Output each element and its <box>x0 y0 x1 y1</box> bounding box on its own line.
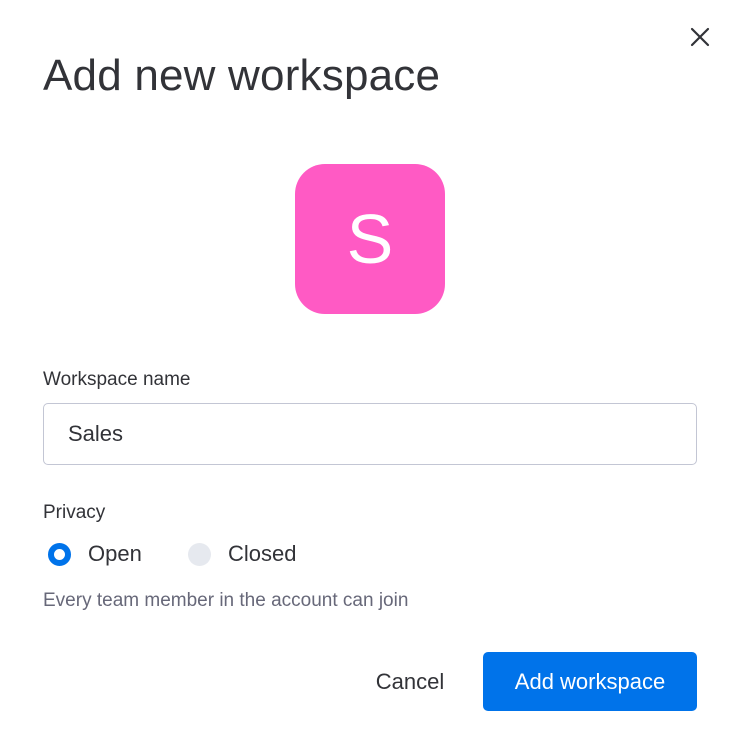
close-icon <box>690 27 710 47</box>
privacy-option-open[interactable]: Open <box>48 538 142 570</box>
avatar-letter: S <box>346 200 394 278</box>
close-button[interactable] <box>684 21 716 53</box>
dialog-title: Add new workspace <box>43 51 441 100</box>
workspace-name-label: Workspace name <box>43 369 191 390</box>
radio-checked-icon[interactable] <box>48 542 71 566</box>
privacy-option-closed[interactable]: Closed <box>188 538 296 570</box>
add-workspace-button[interactable]: Add workspace <box>483 652 697 711</box>
cancel-button[interactable]: Cancel <box>354 652 466 711</box>
add-workspace-dialog: Add new workspace S Workspace name Priva… <box>0 0 739 753</box>
workspace-name-input[interactable] <box>43 403 697 465</box>
privacy-option-label: Open <box>88 541 142 566</box>
privacy-description: Every team member in the account can joi… <box>43 590 409 611</box>
privacy-label: Privacy <box>43 502 106 523</box>
workspace-avatar[interactable]: S <box>295 164 445 314</box>
privacy-option-label: Closed <box>228 541 297 566</box>
radio-unchecked-icon[interactable] <box>188 542 211 566</box>
